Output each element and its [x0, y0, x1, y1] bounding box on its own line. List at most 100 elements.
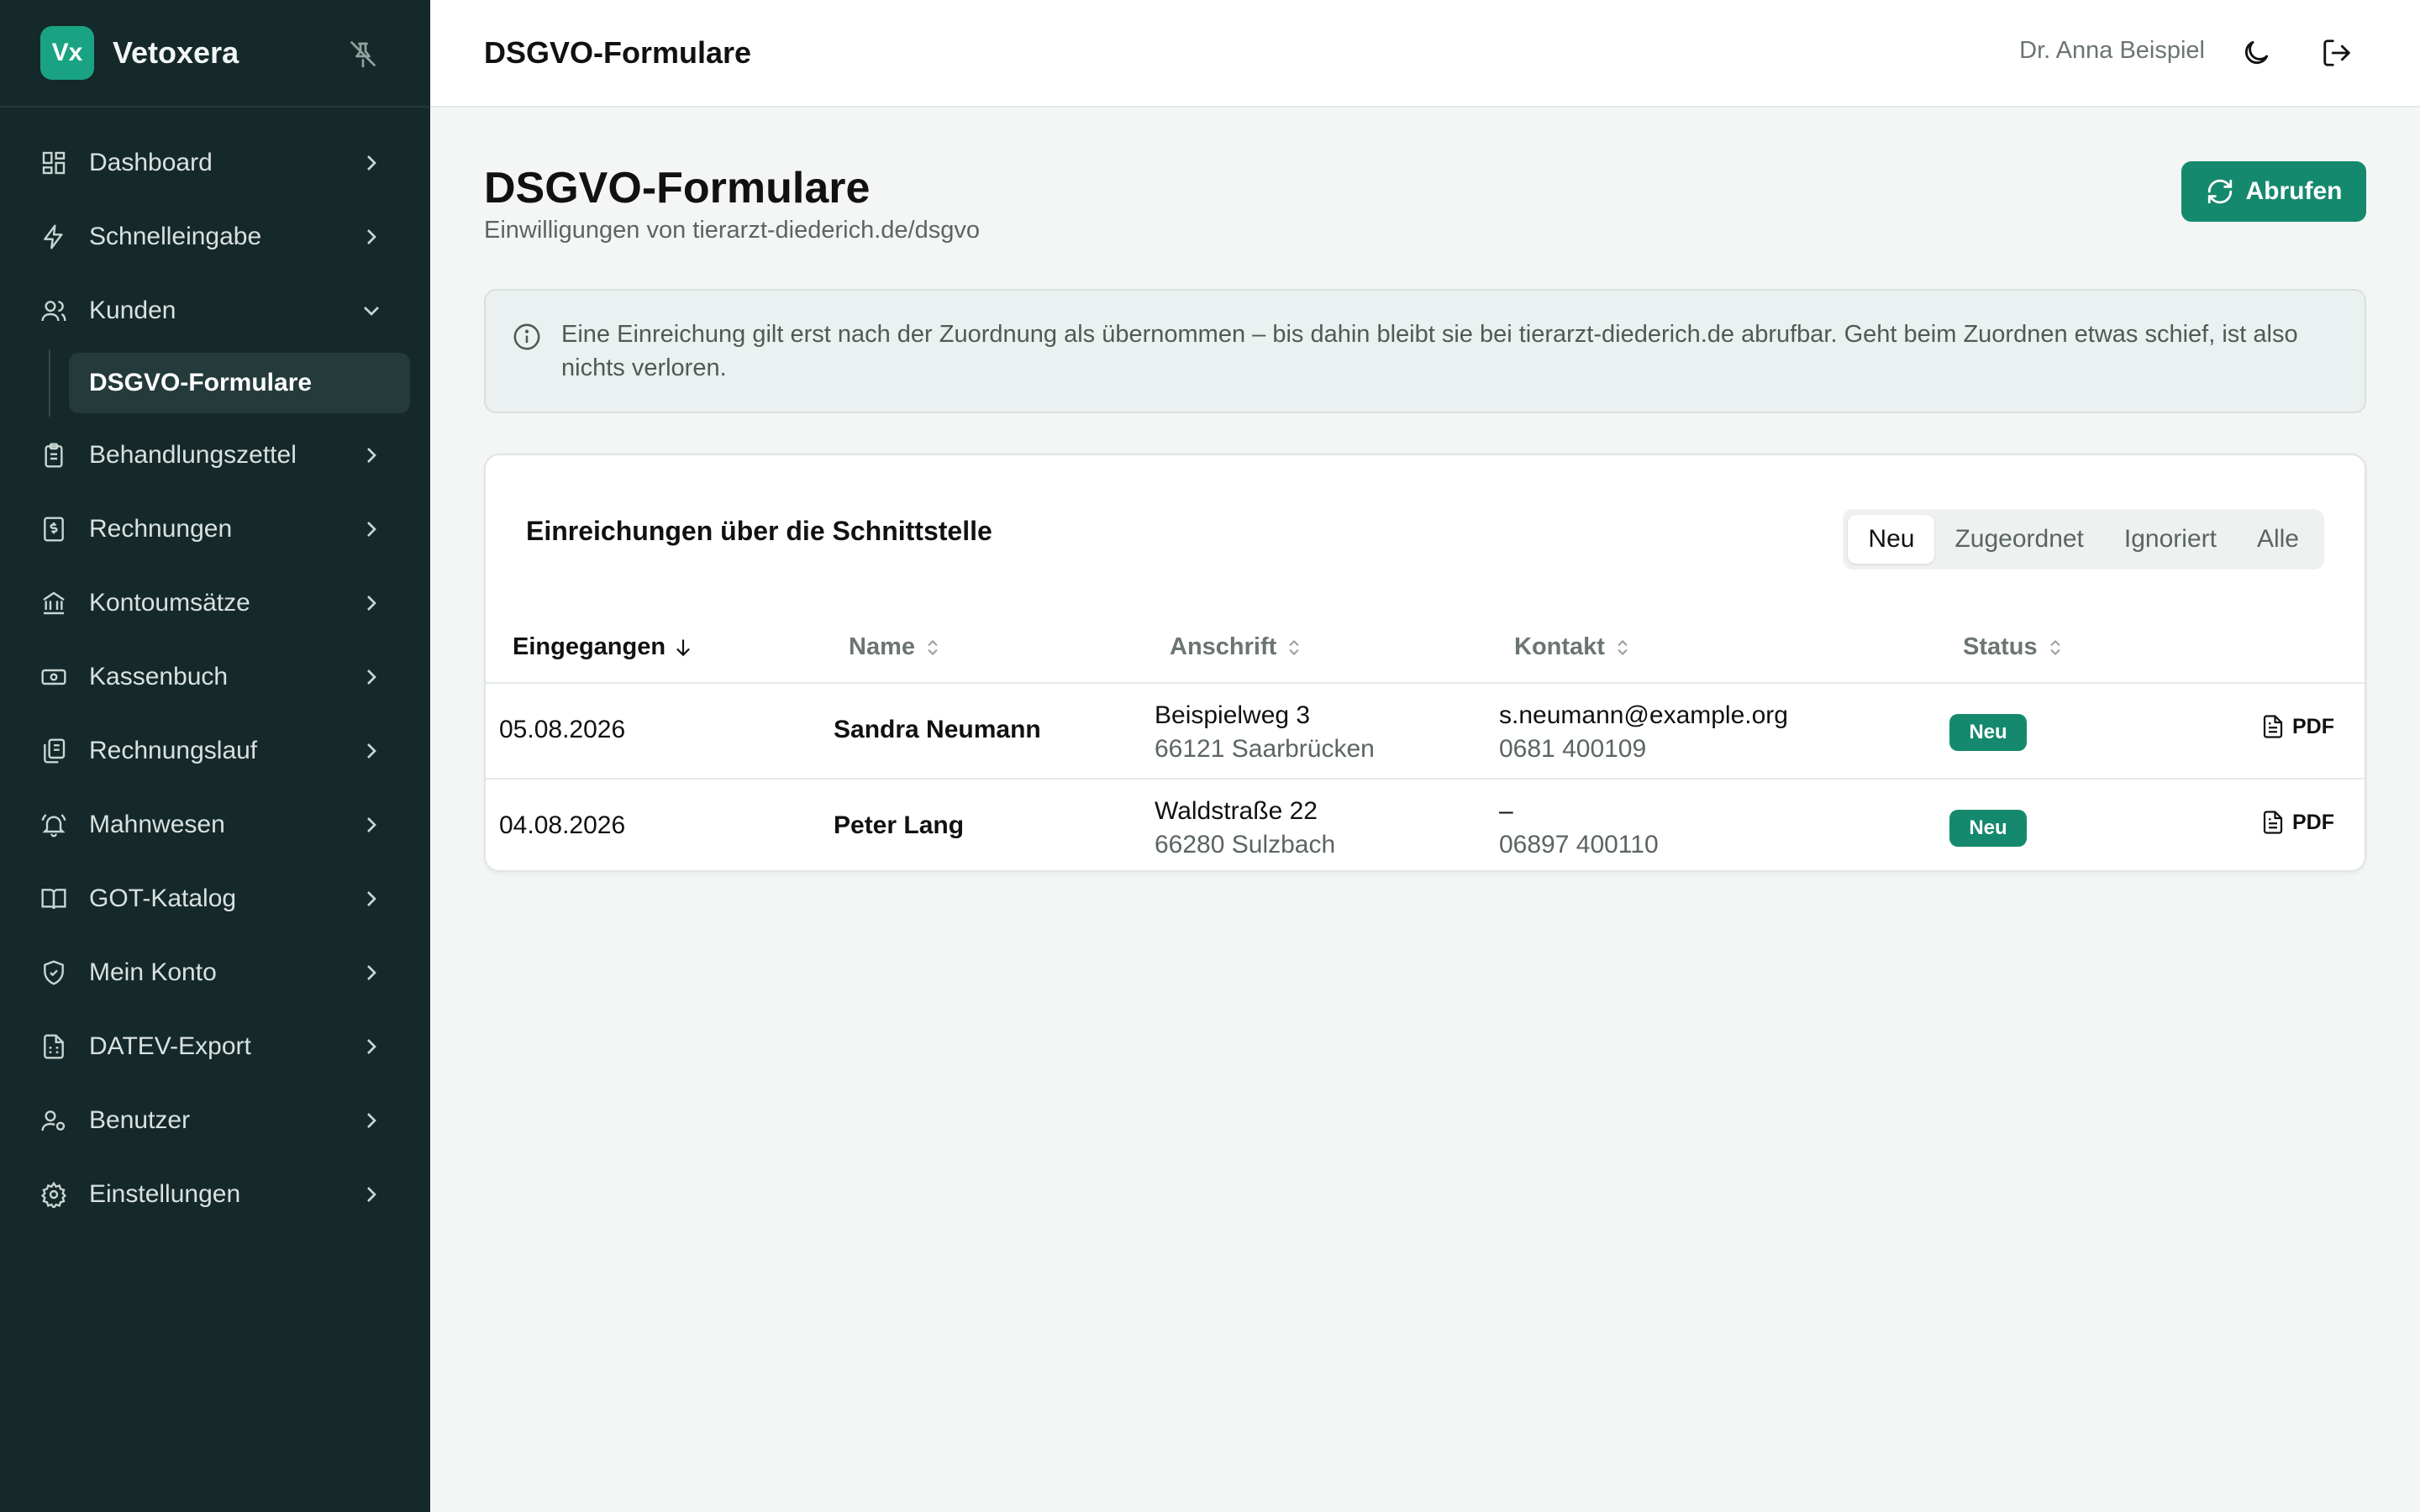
row-street: Beispielweg 3 — [1155, 701, 1311, 729]
page-subtitle: Einwilligungen von tierarzt-diederich.de… — [484, 217, 980, 244]
row-phone: 0681 400109 — [1499, 735, 1647, 763]
chevron-right-icon — [367, 1039, 376, 1054]
info-text: Eine Einreichung gilt erst nach der Zuor… — [561, 321, 2298, 381]
table-row[interactable]: 05.08.2026 Sandra Neumann Beispielweg 3 … — [486, 684, 2365, 780]
sidebar-item-einstellungen[interactable]: Einstellungen — [0, 1158, 430, 1231]
row-city: 66121 Saarbrücken — [1155, 735, 1375, 763]
row-contact: – 06897 400110 — [1499, 795, 1659, 862]
info-icon — [513, 323, 540, 350]
sidebar-item-mein-konto[interactable]: Mein Konto — [0, 936, 430, 1010]
sidebar: Vx Vetoxera Dashboard Schnelleingabe Kun… — [0, 0, 430, 1512]
book-icon — [41, 889, 66, 910]
moon-icon[interactable] — [2240, 37, 2272, 69]
column-header-name[interactable]: Name — [849, 633, 944, 661]
row-date: 05.08.2026 — [499, 716, 626, 743]
tab-ignoriert[interactable]: Ignoriert — [2104, 515, 2237, 564]
sidebar-item-label: Einstellungen — [89, 1180, 241, 1208]
file-icon — [2263, 715, 2283, 738]
sidebar-item-label: Mein Konto — [89, 958, 217, 986]
tab-alle[interactable]: Alle — [2237, 515, 2319, 564]
invoice-icon — [44, 517, 64, 542]
row-phone: 06897 400110 — [1499, 831, 1659, 858]
sidebar-item-kassenbuch[interactable]: Kassenbuch — [0, 640, 430, 714]
row-name: Sandra Neumann — [834, 716, 1041, 743]
chevron-right-icon — [367, 522, 376, 537]
tab-zugeordnet[interactable]: Zugeordnet — [1934, 515, 2103, 564]
sidebar-item-kunden[interactable]: Kunden — [0, 274, 430, 348]
sidebar-item-label: Schnelleingabe — [89, 223, 262, 250]
row-email: – — [1499, 797, 1513, 825]
clipboard-icon — [45, 443, 63, 468]
pdf-label: PDF — [2292, 714, 2334, 738]
sidebar-item-kontoumsaetze[interactable]: Kontoumsätze — [0, 566, 430, 640]
logout-icon[interactable] — [2321, 37, 2353, 69]
sidebar-item-label: Kunden — [89, 297, 176, 324]
gear-icon — [40, 1181, 67, 1208]
column-header-status[interactable]: Status — [1963, 633, 2066, 661]
bolt-icon — [44, 224, 63, 249]
sidebar-item-label: GOT-Katalog — [89, 885, 237, 912]
column-header-anschrift[interactable]: Anschrift — [1170, 633, 1305, 661]
sidebar-subitem-dsgvo-formulare[interactable]: DSGVO-Formulare — [69, 353, 410, 413]
status-badge: Neu — [1949, 714, 2027, 751]
cash-icon — [41, 669, 66, 685]
sidebar-item-label: DATEV-Export — [89, 1032, 251, 1060]
sidebar-item-label: Dashboard — [89, 149, 213, 176]
chevron-right-icon — [367, 669, 376, 685]
row-address: Beispielweg 3 66121 Saarbrücken — [1155, 699, 1375, 766]
sidebar-item-label: Kassenbuch — [89, 663, 229, 690]
pdf-link[interactable]: PDF — [2260, 714, 2334, 739]
sidebar-item-datev-export[interactable]: DATEV-Export — [0, 1010, 430, 1084]
row-address: Waldstraße 22 66280 Sulzbach — [1155, 795, 1335, 862]
status-tabs: Neu Zugeordnet Ignoriert Alle — [1843, 509, 2324, 570]
sidebar-item-got-katalog[interactable]: GOT-Katalog — [0, 862, 430, 936]
column-header-label: Status — [1963, 633, 2038, 660]
column-header-label: Eingegangen — [513, 633, 666, 660]
sidebar-item-mahnwesen[interactable]: Mahnwesen — [0, 788, 430, 862]
tab-neu[interactable]: Neu — [1848, 515, 1935, 564]
unpin-icon[interactable] — [348, 39, 378, 69]
arrow-down-icon — [676, 638, 690, 656]
fetch-button[interactable]: Abrufen — [2181, 161, 2366, 222]
sidebar-item-rechnungen[interactable]: Rechnungen — [0, 492, 430, 566]
chevron-right-icon — [367, 155, 376, 171]
chevron-right-icon — [367, 1113, 376, 1128]
subnav-line — [49, 349, 50, 417]
sidebar-item-rechnungslauf[interactable]: Rechnungslauf — [0, 714, 430, 788]
chevron-right-icon — [367, 817, 376, 832]
chevron-down-icon — [364, 307, 379, 316]
sidebar-item-label: Kontoumsätze — [89, 589, 250, 617]
row-street: Waldstraße 22 — [1155, 797, 1318, 825]
user-name[interactable]: Dr. Anna Beispiel — [2019, 37, 2205, 65]
sidebar-item-label: Rechnungslauf — [89, 737, 258, 764]
sort-icon — [2050, 639, 2060, 655]
row-contact: s.neumann@example.org 0681 400109 — [1499, 699, 1788, 766]
status-badge: Neu — [1949, 810, 2027, 847]
sidebar-item-benutzer[interactable]: Benutzer — [0, 1084, 430, 1158]
sort-icon — [1618, 639, 1628, 655]
fetch-button-label: Abrufen — [2245, 177, 2343, 205]
row-date: 04.08.2026 — [499, 811, 626, 839]
app-logo[interactable]: Vx — [40, 26, 94, 80]
column-header-eingegangen[interactable]: Eingegangen — [513, 633, 694, 661]
row-email: s.neumann@example.org — [1499, 701, 1788, 729]
sidebar-item-dashboard[interactable]: Dashboard — [0, 126, 430, 200]
table-row[interactable]: 04.08.2026 Peter Lang Waldstraße 22 6628… — [486, 780, 2365, 875]
topbar: DSGVO-Formulare Dr. Anna Beispiel — [430, 0, 2420, 108]
pdf-link[interactable]: PDF — [2260, 810, 2334, 835]
column-header-kontakt[interactable]: Kontakt — [1514, 633, 1634, 661]
page-title: DSGVO-Formulare — [484, 164, 871, 213]
card-title: Einreichungen über die Schnittstelle — [526, 516, 992, 546]
sidebar-nav: Dashboard Schnelleingabe Kunden DSGVO-Fo… — [0, 108, 430, 1231]
chevron-right-icon — [367, 965, 376, 980]
chevron-right-icon — [367, 1187, 376, 1202]
sidebar-item-schnelleingabe[interactable]: Schnelleingabe — [0, 200, 430, 274]
user-gear-icon — [41, 1110, 66, 1131]
bell-icon — [41, 814, 66, 837]
dashboard-icon — [42, 151, 66, 175]
bank-icon — [43, 591, 65, 615]
sidebar-item-label: Mahnwesen — [89, 811, 225, 838]
sidebar-item-behandlungszettel[interactable]: Behandlungszettel — [0, 418, 430, 492]
documents-icon — [44, 738, 66, 764]
submissions-card: Einreichungen über die Schnittstelle Neu… — [484, 454, 2366, 872]
